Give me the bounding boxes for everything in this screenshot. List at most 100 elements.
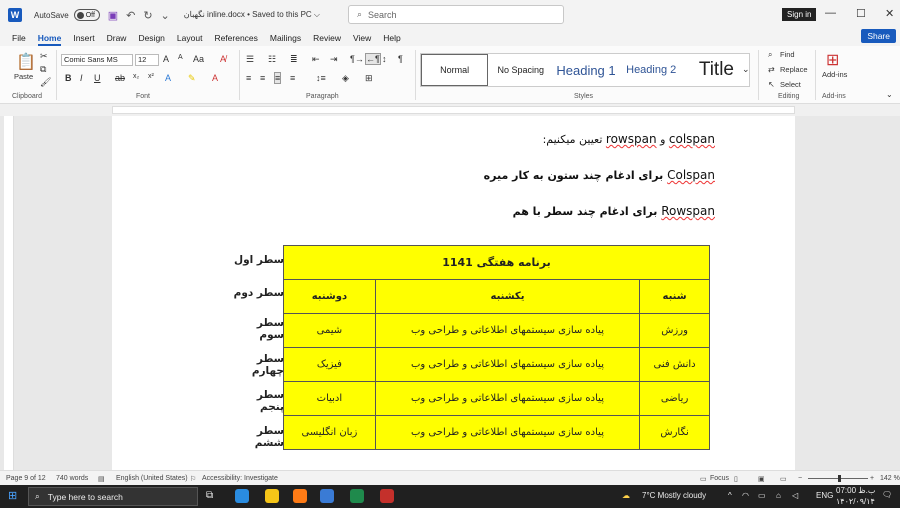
replace-button[interactable]: Replace [780, 65, 808, 74]
document-page[interactable]: colspan و rowspan تعیین میکنیم: Colspan … [112, 116, 795, 470]
collapse-ribbon-icon[interactable]: ⌄ [886, 90, 893, 99]
zoom-in-icon[interactable]: + [870, 475, 874, 482]
powerpoint-icon[interactable] [380, 489, 394, 503]
align-center-icon[interactable]: ≡ [260, 73, 265, 83]
table-cell[interactable]: ورزش [639, 313, 710, 348]
italic-icon[interactable]: I [80, 73, 83, 83]
page-count[interactable]: Page 9 of 12 [6, 475, 46, 482]
file-explorer-icon[interactable] [265, 489, 279, 503]
wifi-icon[interactable]: ◠ [742, 491, 749, 500]
align-left-icon[interactable]: ≡ [246, 73, 251, 83]
tab-home[interactable]: Home [37, 33, 61, 46]
network-icon[interactable]: ⌂ [776, 491, 781, 500]
align-right-icon[interactable]: ≡ [274, 72, 282, 84]
clock-time[interactable]: 07:00 ب.ظ [836, 486, 875, 495]
strikethrough-icon[interactable]: ab [115, 73, 125, 83]
zoom-level[interactable]: 142 % [880, 475, 900, 482]
justify-icon[interactable]: ≡ [290, 73, 295, 83]
table-cell[interactable]: نگارش [639, 415, 710, 450]
style-no-spacing[interactable]: No Spacing [488, 54, 553, 86]
weather-text[interactable]: 7°C Mostly cloudy [642, 491, 706, 500]
save-icon[interactable]: ▣ [108, 9, 118, 22]
subscript-icon[interactable]: x₂ [133, 73, 139, 80]
line-spacing-icon[interactable]: ↕≡ [316, 73, 326, 83]
table-header-cell[interactable]: شنبه [639, 279, 710, 314]
paste-label[interactable]: Paste [14, 72, 33, 81]
copy-icon[interactable]: ⧉ [40, 64, 46, 75]
focus-label[interactable]: Focus [710, 475, 729, 482]
maximize-icon[interactable]: ☐ [856, 7, 866, 20]
excel-icon[interactable] [350, 489, 364, 503]
windows-start-icon[interactable]: ⊞ [8, 489, 17, 502]
highlight-icon[interactable]: ✎ [188, 73, 196, 84]
style-normal[interactable]: Normal [421, 54, 489, 86]
select-icon[interactable]: ↖ [768, 80, 775, 89]
print-layout-icon[interactable]: ▣ [758, 475, 765, 483]
superscript-icon[interactable]: x² [148, 73, 154, 80]
accessibility-icon[interactable]: ⚐ [190, 475, 196, 483]
find-button[interactable]: Find [780, 50, 795, 59]
shrink-font-icon[interactable]: A [178, 54, 183, 61]
sort-icon[interactable]: ↕ [382, 54, 387, 64]
table-cell[interactable]: پیاده سازی سیستمهای اطلاعاتی و طراحی وب [374, 313, 641, 348]
language-indicator[interactable]: ENG [816, 491, 833, 500]
borders-icon[interactable]: ⊞ [365, 73, 373, 84]
share-button[interactable]: Share [861, 29, 896, 43]
tab-mailings[interactable]: Mailings [270, 33, 301, 43]
rtl-icon[interactable]: ←¶ [365, 53, 381, 65]
tab-design[interactable]: Design [138, 33, 164, 43]
table-title-cell[interactable]: برنامه هفتگی 1141 [283, 245, 710, 280]
taskbar-search[interactable]: ⌕ Type here to search [28, 487, 198, 506]
replace-icon[interactable]: ⇄ [768, 65, 775, 74]
tray-chevron-icon[interactable]: ^ [728, 491, 732, 500]
web-layout-icon[interactable]: ▭ [780, 475, 787, 483]
paste-icon[interactable]: 📋 [16, 52, 36, 72]
font-name-select[interactable]: Comic Sans MS [61, 54, 133, 66]
redo-icon[interactable]: ↻ [143, 9, 152, 22]
focus-icon[interactable]: ▭ [700, 475, 707, 483]
battery-icon[interactable]: ▭ [758, 491, 766, 500]
increase-indent-icon[interactable]: ⇥ [330, 54, 338, 65]
show-marks-icon[interactable]: ¶ [398, 54, 403, 64]
table-header-cell[interactable]: دوشنبه [283, 279, 376, 314]
font-size-select[interactable]: 12 [135, 54, 159, 66]
table-cell[interactable]: پیاده سازی سیستمهای اطلاعاتی و طراحی وب [374, 415, 641, 450]
table-cell[interactable]: ادبیات [283, 381, 376, 416]
zoom-out-icon[interactable]: − [798, 475, 802, 482]
tab-help[interactable]: Help [383, 33, 400, 43]
style-heading-1[interactable]: Heading 1 [553, 54, 618, 86]
numbering-icon[interactable]: ☷ [268, 54, 276, 65]
underline-icon[interactable]: U [94, 73, 101, 83]
customize-qat-icon[interactable]: ⌄ [161, 9, 170, 22]
app-icon[interactable] [320, 489, 334, 503]
grow-font-icon[interactable]: A [163, 54, 169, 64]
bullets-icon[interactable]: ☰ [246, 54, 254, 65]
table-cell[interactable]: پیاده سازی سیستمهای اطلاعاتی و طراحی وب [374, 381, 641, 416]
change-case-icon[interactable]: Aa [193, 54, 204, 64]
tab-file[interactable]: File [12, 33, 26, 43]
zoom-slider-handle[interactable] [838, 475, 841, 482]
format-painter-icon[interactable]: 🖌 [40, 77, 51, 88]
sign-in-button[interactable]: Sign in [782, 8, 817, 21]
ruler-track[interactable] [112, 106, 795, 114]
undo-icon[interactable]: ↶ [126, 9, 135, 22]
close-icon[interactable]: ✕ [885, 7, 894, 20]
table-cell[interactable]: دانش فنی [639, 347, 710, 382]
clear-format-icon[interactable]: A̸ [220, 54, 226, 64]
clock-date[interactable]: ۱۴۰۲/۰۹/۱۴ [836, 497, 875, 506]
style-heading-2[interactable]: Heading 2 [619, 54, 684, 86]
select-button[interactable]: Select [780, 80, 801, 89]
styles-more-icon[interactable]: ⌄ [742, 64, 750, 75]
add-ins-button[interactable]: Add-ins [822, 70, 847, 79]
read-mode-icon[interactable]: ▯ [734, 475, 738, 483]
autosave-toggle[interactable]: Off [73, 9, 100, 21]
shading-icon[interactable]: ◈ [342, 73, 349, 84]
proofing-icon[interactable]: ▤ [98, 475, 105, 483]
find-icon[interactable]: ⌕ [768, 50, 772, 60]
notifications-icon[interactable]: 🗨 [882, 490, 892, 499]
task-view-icon[interactable]: ⧉ [206, 490, 213, 501]
table-cell[interactable]: فیزیک [283, 347, 376, 382]
font-color-icon[interactable]: A [212, 73, 218, 83]
ltr-icon[interactable]: ¶→ [350, 54, 364, 64]
tab-review[interactable]: Review [313, 33, 341, 43]
